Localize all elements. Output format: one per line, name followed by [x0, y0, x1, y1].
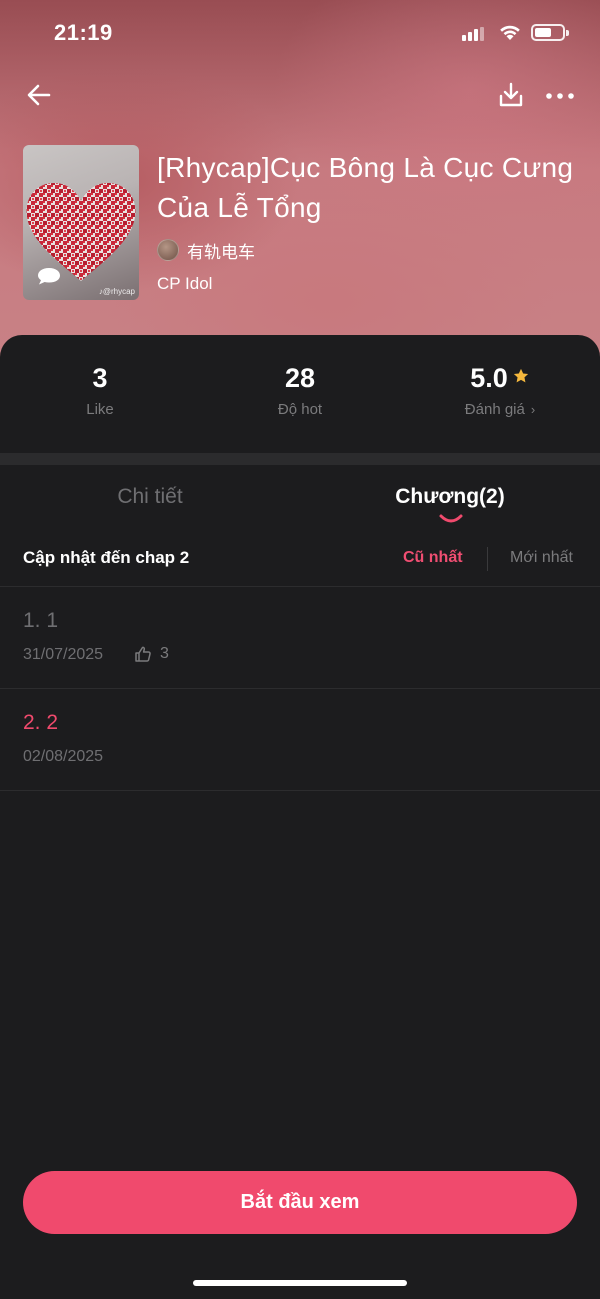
chevron-right-icon: › [530, 402, 536, 417]
star-icon [513, 368, 528, 383]
chapter-name: 1. 1 [23, 609, 59, 632]
book-cover[interactable]: ♪@rhycap [23, 145, 139, 300]
content-panel: 3 Like 28 Độ hot 5.0 Đánh giá › Chi tiết … [0, 335, 600, 1299]
chapter-sort-bar: Cập nhật đến chap 2 Cũ nhất Mới nhất [0, 537, 600, 587]
hot-label: Độ hot [277, 401, 323, 418]
stats-bar: 3 Like 28 Độ hot 5.0 Đánh giá › [0, 335, 600, 453]
chapter-name: 2. 2 [23, 711, 59, 734]
chapter-row[interactable]: 1. 1 31/07/2025 3 [0, 587, 600, 689]
battery-icon [531, 24, 569, 41]
stat-hot: 28 Độ hot [200, 359, 400, 418]
status-time: 21:19 [54, 20, 113, 45]
stat-like: 3 Like [0, 359, 200, 418]
cellular-signal-icon [462, 27, 488, 41]
wifi-icon [500, 25, 520, 40]
rating-label: Đánh giá [464, 401, 525, 418]
tab-chapter[interactable]: Chương(2) [300, 485, 600, 509]
hot-count: 28 [284, 363, 316, 393]
sort-separator [487, 547, 488, 571]
download-icon[interactable] [497, 81, 525, 109]
like-count: 3 [92, 363, 108, 393]
section-divider [0, 453, 600, 465]
home-indicator [193, 1280, 407, 1286]
status-bar: 21:19 [0, 0, 600, 64]
back-arrow-icon[interactable] [24, 80, 54, 110]
book-title: [Rhycap]Cục Bông Là Cục Cưng Của Lễ Tổng [157, 152, 574, 223]
chapter-likes: 3 [134, 645, 169, 663]
book-tag[interactable]: CP Idol [157, 274, 212, 294]
thumbs-up-icon [135, 646, 151, 662]
chapter-row[interactable]: 2. 2 02/08/2025 [0, 689, 600, 791]
like-label: Like [86, 401, 114, 418]
chapter-like-count: 3 [160, 645, 169, 662]
sort-newest-button[interactable]: Mới nhất [510, 549, 573, 567]
rating-value: 5.0 [470, 363, 508, 393]
chapter-date: 31/07/2025 [23, 646, 104, 663]
cover-watermark: ♪@rhycap [98, 287, 135, 296]
speech-bubble-icon [38, 268, 60, 285]
tab-detail[interactable]: Chi tiết [0, 485, 300, 509]
author-name: 有轨电车 [187, 242, 255, 262]
more-dots-icon[interactable] [544, 82, 576, 110]
sort-oldest-button[interactable]: Cũ nhất [403, 549, 463, 567]
active-tab-indicator [439, 514, 463, 523]
update-status: Cập nhật đến chap 2 [23, 548, 190, 567]
start-reading-button[interactable]: Bắt đầu xem [23, 1171, 577, 1234]
author-avatar [157, 239, 179, 261]
tab-bar: Chi tiết Chương(2) [0, 465, 600, 537]
stat-rating[interactable]: 5.0 Đánh giá › [400, 359, 600, 418]
chapter-date: 02/08/2025 [23, 748, 104, 765]
author-link[interactable]: 有轨电车 [157, 237, 255, 263]
